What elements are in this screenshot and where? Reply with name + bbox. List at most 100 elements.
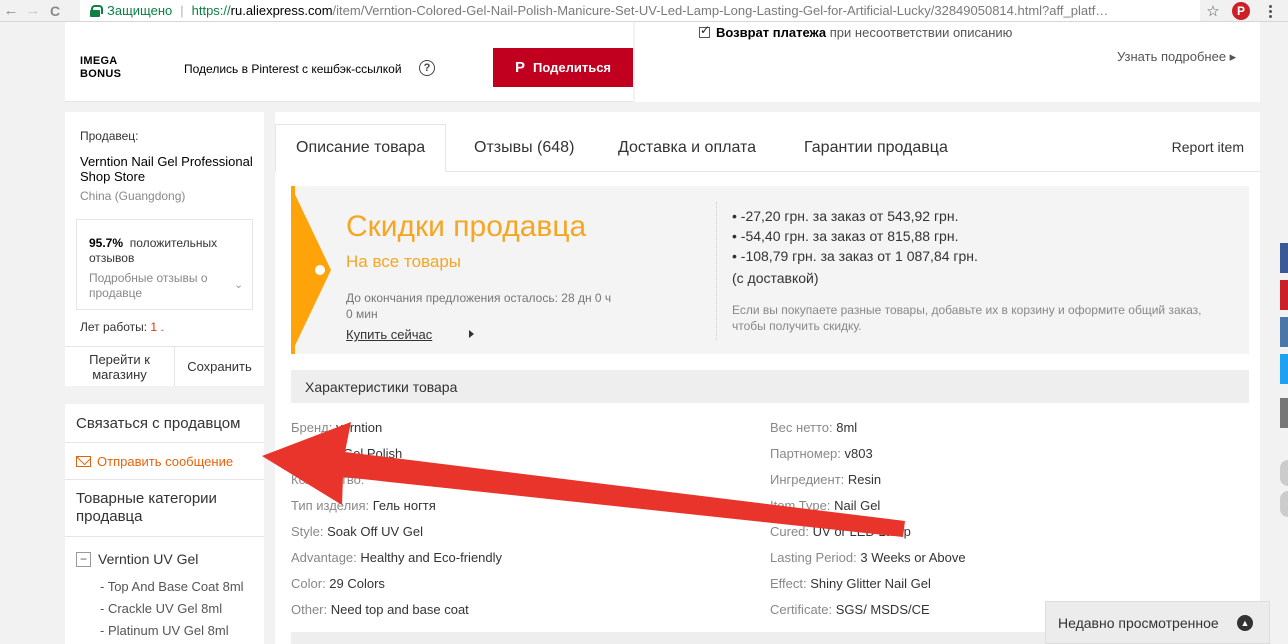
twitter-share-icon[interactable] <box>1280 354 1288 384</box>
discount-item: • -108,79 грн. за заказ от 1 087,84 грн. <box>732 248 978 264</box>
rail-circle-icon[interactable] <box>1280 491 1288 517</box>
promo-title: Скидки продавца <box>346 210 587 243</box>
secure-label: Защищено <box>107 3 173 18</box>
spec-row: Certificate: SGS/ MSDS/CE <box>770 602 930 617</box>
url-path: /item/Verntion-Colored-Gel-Nail-Polish-M… <box>332 3 1109 18</box>
megabonus-logo: IMEGA BONUS <box>80 55 122 80</box>
envelope-icon <box>76 456 91 467</box>
pinterest-share-label: Поделиться <box>532 60 612 75</box>
spec-row: Ингредиент: Resin <box>770 472 882 487</box>
bookmark-star-icon[interactable]: ☆ <box>1202 0 1224 22</box>
discount-list: • -27,20 грн. за заказ от 543,92 грн. • … <box>732 206 978 266</box>
pinterest-share-button[interactable]: P Поделиться <box>493 48 633 87</box>
seller-label: Продавец: <box>80 129 139 143</box>
contact-title: Связаться с продавцом <box>76 415 241 432</box>
promo-ribbon-dot <box>315 265 325 275</box>
subcategory-link[interactable]: - Crackle UV Gel 8ml <box>100 601 222 616</box>
seller-card: Продавец: Verntion Nail Gel Professional… <box>65 112 264 386</box>
subcategory-link[interactable]: - Top And Base Coat 8ml <box>100 579 244 594</box>
recently-viewed-label: Недавно просмотренное <box>1058 614 1219 631</box>
divider <box>716 202 717 340</box>
category-group[interactable]: − Verntion UV Gel <box>76 551 198 567</box>
help-icon[interactable]: ? <box>419 60 435 76</box>
discount-item: • -27,20 грн. за заказ от 543,92 грн. <box>732 208 959 224</box>
tab-bar: Описание товара Отзывы (648) Доставка и … <box>275 124 1260 172</box>
buyer-protection: Возврат платежа при несоответствии описа… <box>635 22 1260 102</box>
address-bar[interactable]: Защищено | https://ru.aliexpress.com/ite… <box>80 0 1200 21</box>
tab-reviews[interactable]: Отзывы (648) <box>474 124 574 172</box>
spec-row: Cured: UV or LED Lamp <box>770 524 911 539</box>
refund-line: Возврат платежа при несоответствии описа… <box>699 23 1012 40</box>
years-in-business: Лет работы: 1 . <box>80 320 164 334</box>
save-store-button[interactable]: Сохранить <box>175 347 264 386</box>
spec-row: Gel Polish <box>343 446 403 461</box>
url-scheme: https:// <box>191 3 231 18</box>
rail-circle-icon[interactable] <box>1280 460 1288 486</box>
promo-subtitle: На все товары <box>346 252 461 271</box>
go-to-store-button[interactable]: Перейти к магазину <box>65 347 175 386</box>
pinterest-extension-icon[interactable]: P <box>1232 2 1250 20</box>
spec-row: Вес нетто: 8ml <box>770 420 858 435</box>
url-host: ru.aliexpress.com <box>230 3 333 18</box>
tab-description[interactable]: Описание товара <box>275 124 447 172</box>
feedback-percentage: 95.7% положительных отзывов <box>89 236 218 265</box>
facebook-share-icon[interactable] <box>1280 243 1288 273</box>
tab-shipping-payment[interactable]: Доставка и оплата <box>618 124 756 172</box>
feedback-detail: Подробные отзывы о продавце <box>89 271 208 300</box>
forward-icon[interactable]: → <box>22 0 44 22</box>
checkmark-icon <box>699 23 710 38</box>
spec-row: Item Type: Nail Gel <box>770 498 881 513</box>
collapse-icon[interactable]: − <box>76 551 91 567</box>
pinterest-share-icon[interactable] <box>1280 280 1288 310</box>
spec-row: Style: Soak Off UV Gel <box>291 524 423 539</box>
spec-row: Other: Need top and base coat <box>291 602 469 617</box>
contact-seller-panel: Связаться с продавцом Отправить сообщени… <box>65 404 264 644</box>
with-delivery-note: (с доставкой) <box>732 270 819 286</box>
seller-name[interactable]: Verntion Nail Gel Professional Shop Stor… <box>80 154 260 184</box>
promo-countdown: До окончания предложения осталось: 28 дн… <box>346 291 612 321</box>
promo-ribbon <box>291 186 331 354</box>
browser-menu-icon[interactable] <box>1262 2 1278 20</box>
seller-actions: Перейти к магазину Сохранить <box>65 346 264 386</box>
recently-viewed-bar[interactable]: Недавно просмотренное ▲ <box>1045 601 1270 644</box>
share-text: Поделись в Pinterest с кешбэк-ссылкой <box>184 62 402 76</box>
tab-seller-guarantees[interactable]: Гарантии продавца <box>804 124 948 172</box>
divider <box>65 479 264 480</box>
divider <box>65 442 264 443</box>
seller-discounts-banner: Скидки продавца На все товары До окончан… <box>291 186 1249 354</box>
share-bar: IMEGA BONUS Поделись в Pinterest с кешбэ… <box>65 22 633 102</box>
spec-row: Effect: Shiny Glitter Nail Gel <box>770 576 931 591</box>
chevron-down-icon: ⌄ <box>234 279 244 291</box>
pinterest-icon: P <box>514 59 525 76</box>
report-item-link[interactable]: Report item <box>1172 139 1244 155</box>
learn-more-link[interactable]: Узнать подробнее ▸ <box>1117 49 1236 65</box>
spec-row: Бренд: verntion <box>291 420 383 435</box>
specs-heading: Характеристики товара <box>291 370 1249 403</box>
url-separator: | <box>180 3 184 18</box>
promo-ribbon-edge <box>291 186 295 354</box>
more-share-icon[interactable] <box>1280 398 1288 428</box>
reload-icon[interactable]: C <box>44 0 66 22</box>
caret-right-icon <box>469 330 474 338</box>
back-icon[interactable]: ← <box>0 0 22 22</box>
discount-item: • -54,40 грн. за заказ от 815,88 грн. <box>732 228 959 244</box>
url-text: https://ru.aliexpress.com/item/Verntion-… <box>192 3 1182 18</box>
spec-row: Lasting Period: 3 Weeks or Above <box>770 550 966 565</box>
divider <box>65 536 264 537</box>
discount-note: Если вы покупаете разные товары, добавьт… <box>732 303 1202 333</box>
seller-location: China (Guangdong) <box>80 189 186 203</box>
vk-share-icon[interactable] <box>1280 317 1288 347</box>
seller-feedback[interactable]: 95.7% положительных отзывов Подробные от… <box>76 219 253 310</box>
send-message-link[interactable]: Отправить сообщение <box>76 454 233 469</box>
spec-row: Тип изделия: Гель ногтя <box>291 498 436 513</box>
chevron-up-icon[interactable]: ▲ <box>1237 615 1253 631</box>
category-group-name[interactable]: Verntion UV Gel <box>98 551 198 567</box>
spec-row: Партномер: v803 <box>770 446 873 461</box>
categories-title: Товарные категории продавца <box>76 490 217 525</box>
spec-row: Color: 29 Colors <box>291 576 385 591</box>
product-details-panel: Описание товара Отзывы (648) Доставка и … <box>275 112 1260 644</box>
spec-row: Advantage: Healthy and Eco-friendly <box>291 550 503 565</box>
buy-now-link[interactable]: Купить сейчас <box>346 327 432 342</box>
lock-icon <box>90 5 103 17</box>
subcategory-link[interactable]: - Platinum UV Gel 8ml <box>100 623 229 638</box>
